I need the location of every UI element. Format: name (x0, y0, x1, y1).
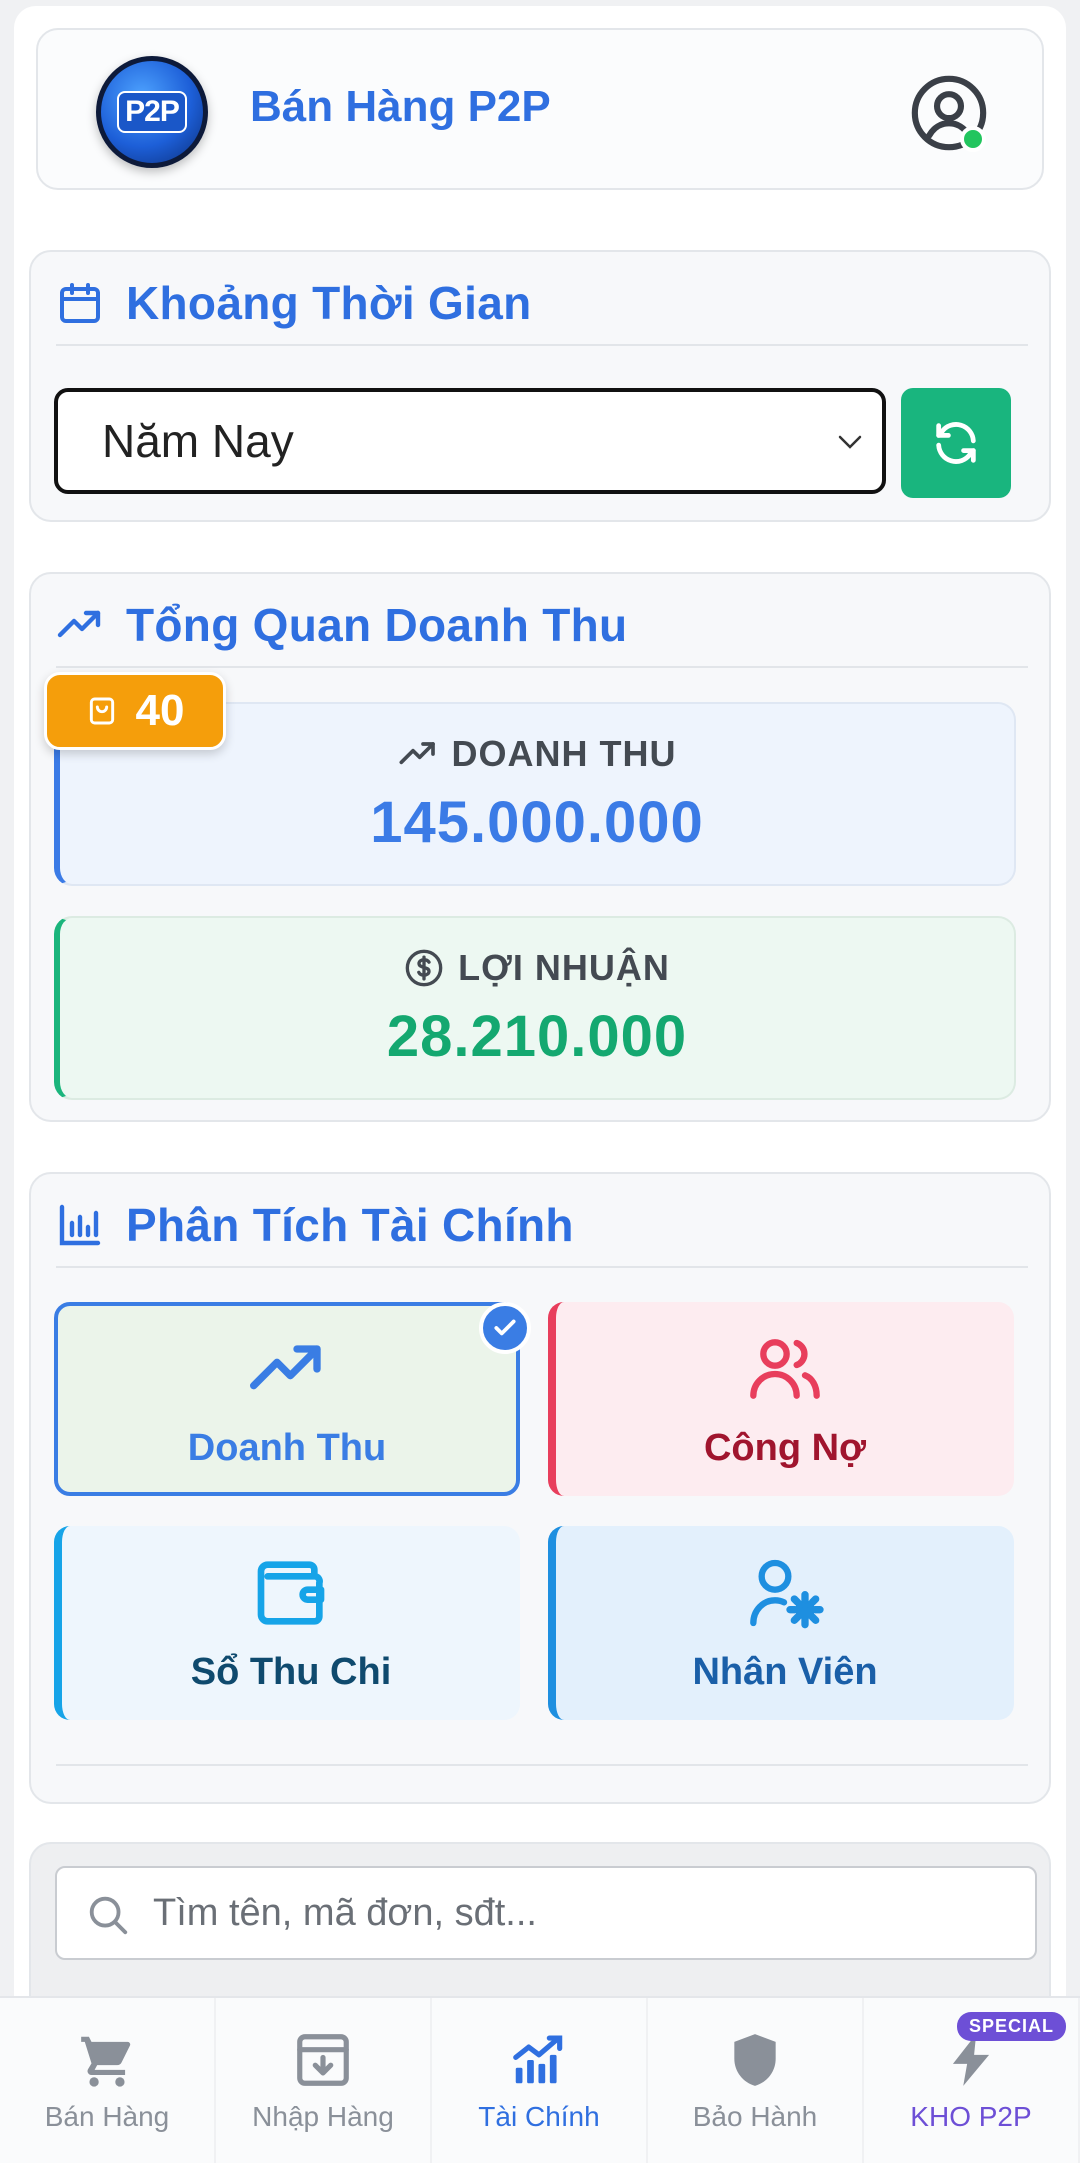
order-count-value: 40 (135, 686, 185, 735)
divider (56, 666, 1028, 668)
revenue-label: DOANH THU (398, 733, 677, 775)
revenue-label-text: DOANH THU (451, 732, 677, 774)
online-status-dot (960, 126, 986, 152)
tile-cashbook-label: Sổ Thu Chi (190, 1650, 392, 1693)
refresh-icon (936, 422, 976, 464)
profit-stat[interactable]: LỢI NHUẬN 28.210.000 (54, 916, 1016, 1100)
bar-chart-icon (59, 1204, 101, 1246)
search-icon (89, 1896, 128, 1935)
tile-revenue-label: Doanh Thu (187, 1426, 387, 1469)
tile-debt-label: Công Nợ (703, 1426, 867, 1469)
users-icon (750, 1338, 820, 1399)
dollar-circle-icon (405, 949, 443, 986)
user-gear-icon (750, 1559, 824, 1628)
divider (56, 1764, 1028, 1766)
nav-finance-label: Tài Chính (478, 2100, 600, 2132)
revenue-overview-title: Tổng Quan Doanh Thu (56, 598, 627, 652)
revenue-overview-card: Tổng Quan Doanh Thu DOANH THU 145.000.00… (29, 572, 1051, 1122)
special-badge: SPECIAL (956, 2012, 1066, 2041)
revenue-value: 145.000.000 (370, 789, 704, 855)
shield-icon (734, 2033, 776, 2086)
nav-item-kho-p2p[interactable]: SPECIAL KHO P2P (864, 1998, 1080, 2163)
time-range-title: Khoảng Thời Gian (56, 276, 531, 330)
nav-kho-label: KHO P2P (910, 2100, 1032, 2132)
time-range-title-text: Khoảng Thời Gian (126, 277, 532, 329)
tile-staff[interactable]: Nhân Viên (548, 1526, 1014, 1720)
order-count-badge[interactable]: 40 (44, 672, 226, 750)
nav-item-warranty[interactable]: Bảo Hành (648, 1998, 864, 2163)
profit-value: 28.210.000 (386, 1003, 688, 1069)
trending-up-icon (399, 741, 435, 764)
inbox-download-icon (297, 2033, 349, 2086)
refresh-button[interactable] (901, 388, 1011, 498)
finance-analysis-card: Phân Tích Tài Chính Doanh Thu Công Nợ Sổ… (29, 1172, 1051, 1804)
brand-title: Bán Hàng P2P (250, 82, 551, 131)
calendar-icon (60, 283, 100, 323)
selected-check-icon (479, 1302, 531, 1354)
nav-warranty-label: Bảo Hành (692, 2100, 818, 2132)
finance-analysis-title-text: Phân Tích Tài Chính (126, 1199, 574, 1251)
search-input[interactable]: Tìm tên, mã đơn, sđt... (55, 1866, 1037, 1960)
tile-debt[interactable]: Công Nợ (548, 1302, 1014, 1496)
nav-item-import[interactable]: Nhập Hàng (216, 1998, 432, 2163)
profit-label: LỢI NHUẬN (404, 947, 670, 989)
divider (56, 1266, 1028, 1268)
time-range-card: Khoảng Thời Gian Năm Nay (29, 250, 1051, 522)
time-range-selected-value: Năm Nay (102, 415, 294, 467)
app-logo[interactable]: P2P (96, 56, 208, 168)
bottom-nav: Bán Hàng Nhập Hàng Tài Chính Bảo Hành SP… (0, 1996, 1080, 2163)
time-range-select[interactable]: Năm Nay (54, 388, 886, 494)
nav-sales-label: Bán Hàng (44, 2100, 170, 2132)
profit-label-text: LỢI NHUẬN (458, 946, 670, 988)
tile-revenue[interactable]: Doanh Thu (54, 1302, 520, 1496)
tile-cashbook[interactable]: Sổ Thu Chi (54, 1526, 520, 1720)
trending-up-icon (250, 1344, 321, 1389)
shopping-bag-icon (89, 697, 114, 725)
chart-icon (513, 2034, 563, 2083)
wallet-icon (257, 1560, 325, 1625)
chevron-down-icon (838, 435, 862, 449)
divider (56, 344, 1028, 346)
app-page: P2P Bán Hàng P2P Khoảng Thời Gian Năm Na… (14, 6, 1066, 2163)
trending-up-icon (57, 610, 101, 638)
nav-item-sales[interactable]: Bán Hàng (0, 1998, 216, 2163)
nav-item-finance[interactable]: Tài Chính (432, 1998, 648, 2163)
tile-staff-label: Nhân Viên (692, 1650, 878, 1693)
revenue-overview-title-text: Tổng Quan Doanh Thu (126, 599, 628, 651)
finance-analysis-title: Phân Tích Tài Chính (56, 1198, 574, 1252)
logo-text: P2P (117, 91, 187, 133)
nav-import-label: Nhập Hàng (252, 2100, 394, 2132)
cart-icon (81, 2036, 131, 2087)
search-placeholder: Tìm tên, mã đơn, sđt... (153, 1891, 537, 1934)
app-header: P2P Bán Hàng P2P (36, 28, 1044, 190)
